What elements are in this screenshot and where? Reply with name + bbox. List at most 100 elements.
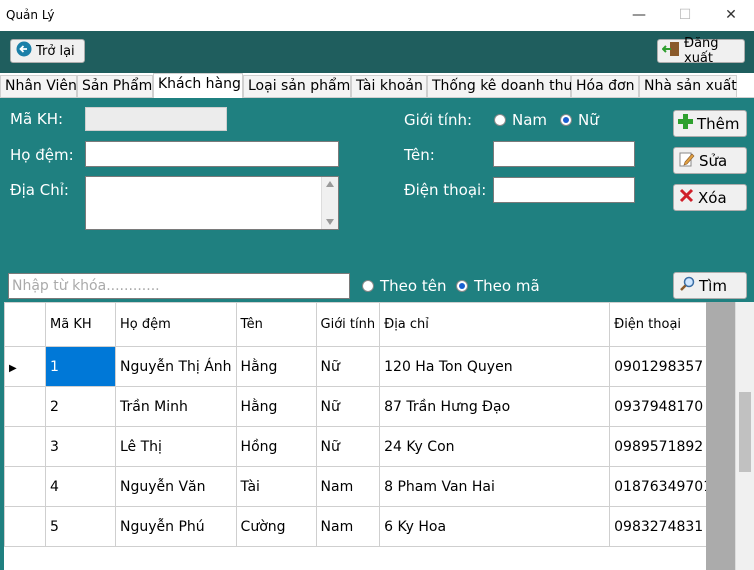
tab-tai-khoan[interactable]: Tài khoản <box>351 75 427 97</box>
tab-hoa-don[interactable]: Hóa đơn <box>571 75 639 97</box>
radio-theo-ten-dot <box>362 280 374 292</box>
radio-theo-ma-label: Theo mã <box>474 277 540 295</box>
cell-dien-thoai[interactable]: 0983274831 <box>609 506 718 547</box>
row-header[interactable] <box>4 506 46 547</box>
toolbar: Trở lại Đăng xuất <box>0 31 754 71</box>
radio-theo-ma[interactable]: Theo mã <box>456 277 540 295</box>
dia-chi-scrollbar[interactable] <box>321 177 338 229</box>
col-dien-thoai[interactable]: Điện thoại <box>609 302 718 347</box>
tim-label: Tìm <box>699 276 727 295</box>
cell-ho-dem[interactable]: Lê Thị <box>115 426 237 467</box>
them-button[interactable]: Thêm <box>673 110 747 137</box>
tab-san-pham[interactable]: Sản Phẩm <box>77 75 153 97</box>
row-header[interactable] <box>4 466 46 507</box>
dia-chi-field[interactable] <box>85 176 339 230</box>
tab-khach-hang[interactable]: Khách hàng <box>153 73 243 98</box>
cell-gioi-tinh[interactable]: Nữ <box>315 426 381 467</box>
table-row[interactable]: 2 Trần Minh Hằng Nữ 87 Trần Hưng Đạo 093… <box>4 386 718 427</box>
scroll-up-icon[interactable] <box>326 181 334 187</box>
gioi-tinh-label: Giới tính: <box>404 111 473 129</box>
cell-ten[interactable]: Cường <box>235 506 317 547</box>
xoa-label: Xóa <box>698 188 727 207</box>
row-header[interactable] <box>4 426 46 467</box>
logout-label: Đăng xuất <box>684 36 719 66</box>
radio-nam-dot <box>494 114 506 126</box>
col-ten[interactable]: Tên <box>235 302 317 347</box>
xoa-button[interactable]: Xóa <box>673 184 747 211</box>
cell-dia-chi[interactable]: 120 Ha Ton Quyen <box>379 346 611 387</box>
cell-dia-chi[interactable]: 87 Trần Hưng Đạo <box>379 386 611 427</box>
scrollbar-thumb[interactable] <box>739 392 751 472</box>
customer-grid[interactable]: Mã KH Họ đệm Tên Giới tính Địa chỉ Điện … <box>4 302 754 570</box>
cell-dien-thoai[interactable]: 0989571892 <box>609 426 718 467</box>
tim-button[interactable]: Tìm <box>673 272 747 299</box>
cell-ma-kh[interactable]: 1 <box>45 346 116 387</box>
radio-nu-label: Nữ <box>578 111 599 129</box>
tab-nhan-vien[interactable]: Nhân Viên <box>0 75 77 97</box>
tab-thong-ke-doanh-thu[interactable]: Thống kê doanh thu <box>427 75 572 97</box>
cell-ma-kh[interactable]: 4 <box>45 466 116 507</box>
plus-icon <box>678 114 693 133</box>
cell-dien-thoai[interactable]: 01876349701 <box>609 466 718 507</box>
ma-kh-label: Mã KH: <box>10 110 64 128</box>
radio-theo-ten[interactable]: Theo tên <box>362 277 446 295</box>
radio-theo-ten-label: Theo tên <box>380 277 447 295</box>
row-header[interactable] <box>4 386 46 427</box>
scroll-down-icon[interactable] <box>326 219 334 225</box>
cell-ten[interactable]: Hằng <box>235 346 317 387</box>
close-button[interactable]: ✕ <box>708 0 754 31</box>
them-label: Thêm <box>697 114 740 133</box>
sua-button[interactable]: Sửa <box>673 147 747 174</box>
col-ma-kh[interactable]: Mã KH <box>45 302 116 347</box>
cell-ho-dem[interactable]: Nguyễn Phú <box>115 506 237 547</box>
radio-nam-label: Nam <box>512 111 548 129</box>
minimize-button[interactable]: — <box>616 0 662 31</box>
cell-ma-kh[interactable]: 3 <box>45 426 116 467</box>
col-gioi-tinh[interactable]: Giới tính <box>315 302 381 347</box>
cell-dia-chi[interactable]: 6 Ky Hoa <box>379 506 611 547</box>
logout-button[interactable]: Đăng xuất <box>657 36 745 66</box>
table-row[interactable]: ▶ 1 Nguyễn Thị Ánh Hằng Nữ 120 Ha Ton Qu… <box>4 346 718 387</box>
cell-ma-kh[interactable]: 2 <box>45 386 116 427</box>
ten-field[interactable] <box>493 141 635 167</box>
cell-dien-thoai[interactable]: 0937948170 <box>609 386 718 427</box>
tab-nha-san-xuat[interactable]: Nhà sản xuất <box>639 75 737 97</box>
table-row[interactable]: 3 Lê Thị Hồng Nữ 24 Ky Con 0989571892 <box>4 426 718 467</box>
search-input[interactable]: Nhập từ khóa............ <box>8 273 350 299</box>
cell-dia-chi[interactable]: 24 Ky Con <box>379 426 611 467</box>
cell-gioi-tinh[interactable]: Nam <box>315 466 381 507</box>
table-row[interactable]: 5 Nguyễn Phú Cường Nam 6 Ky Hoa 09832748… <box>4 506 718 547</box>
cell-gioi-tinh[interactable]: Nữ <box>315 346 381 387</box>
ma-kh-field[interactable] <box>85 107 227 131</box>
customer-table: Mã KH Họ đệm Tên Giới tính Địa chỉ Điện … <box>4 302 718 547</box>
cell-ho-dem[interactable]: Trần Minh <box>115 386 237 427</box>
title-bar: Quản Lý — ☐ ✕ <box>0 0 754 32</box>
cell-dien-thoai[interactable]: 0901298357 <box>609 346 718 387</box>
cell-ma-kh[interactable]: 5 <box>45 506 116 547</box>
cell-gioi-tinh[interactable]: Nam <box>315 506 381 547</box>
cell-ten[interactable]: Tài <box>235 466 317 507</box>
row-header[interactable]: ▶ <box>4 346 46 387</box>
cell-dia-chi[interactable]: 8 Pham Van Hai <box>379 466 611 507</box>
dien-thoai-field[interactable] <box>493 177 635 203</box>
grid-vertical-scrollbar[interactable] <box>735 302 754 570</box>
radio-nu-dot <box>560 114 572 126</box>
maximize-button[interactable]: ☐ <box>662 0 708 31</box>
cell-ho-dem[interactable]: Nguyễn Thị Ánh <box>115 346 237 387</box>
cell-ten[interactable]: Hằng <box>235 386 317 427</box>
col-dia-chi[interactable]: Địa chỉ <box>379 302 611 347</box>
ho-dem-field[interactable] <box>85 141 339 167</box>
table-row[interactable]: 4 Nguyễn Văn Tài Nam 8 Pham Van Hai 0187… <box>4 466 718 507</box>
radio-nu[interactable]: Nữ <box>560 111 599 129</box>
cell-ten[interactable]: Hồng <box>235 426 317 467</box>
cell-ho-dem[interactable]: Nguyễn Văn <box>115 466 237 507</box>
sua-label: Sửa <box>699 151 728 170</box>
back-button[interactable]: Trở lại <box>10 39 85 63</box>
cell-gioi-tinh[interactable]: Nữ <box>315 386 381 427</box>
dien-thoai-label: Điện thoại: <box>404 181 487 199</box>
tab-loai-san-pham[interactable]: Loại sản phẩm <box>243 75 351 97</box>
ho-dem-label: Họ đệm: <box>10 146 74 164</box>
logout-icon <box>661 41 680 61</box>
col-ho-dem[interactable]: Họ đệm <box>115 302 237 347</box>
radio-nam[interactable]: Nam <box>494 111 547 129</box>
